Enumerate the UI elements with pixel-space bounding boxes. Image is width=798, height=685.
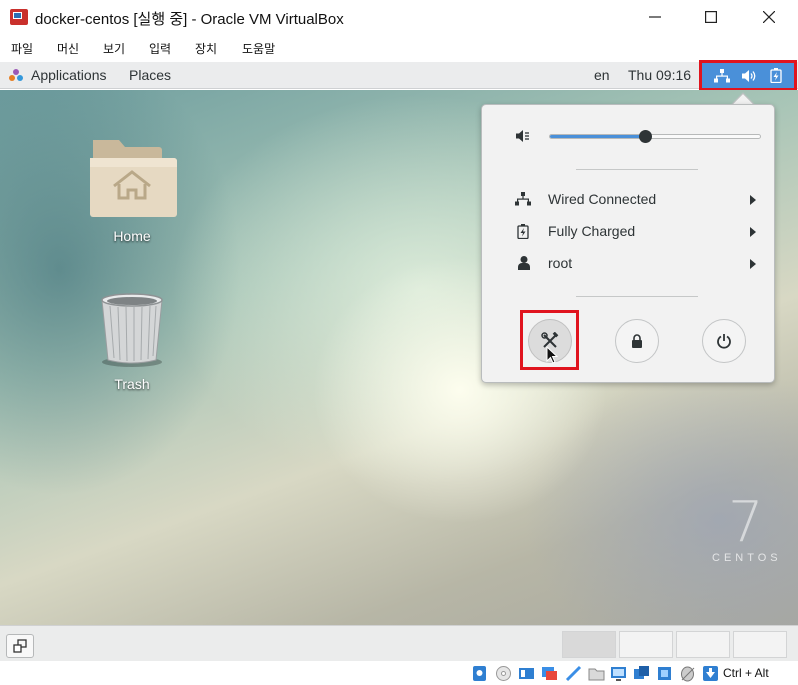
workspace-pane[interactable] xyxy=(619,631,673,658)
maximize-icon xyxy=(705,11,717,23)
window-title: docker-centos [실행 중] - Oracle VM Virtual… xyxy=(35,11,344,28)
desktop-icon-label: Home xyxy=(113,228,151,244)
desktop-icon-label: Trash xyxy=(114,376,150,392)
lock-icon xyxy=(632,334,642,348)
volume-muted-icon xyxy=(516,130,529,142)
recording-icon[interactable] xyxy=(633,665,650,682)
hard-disk-icon[interactable] xyxy=(471,665,488,682)
menu-input[interactable]: 입력 xyxy=(149,40,171,57)
menu-file[interactable]: 파일 xyxy=(11,40,33,57)
network-adapter-icon[interactable] xyxy=(541,665,558,682)
lock-button[interactable] xyxy=(615,319,659,363)
menu-machine[interactable]: 머신 xyxy=(57,40,79,57)
display-icon[interactable] xyxy=(610,665,627,682)
vm-bottom-bar xyxy=(0,625,798,661)
menu-view[interactable]: 보기 xyxy=(103,40,125,57)
chevron-right-icon xyxy=(750,227,756,237)
host-key-label: Ctrl + Alt xyxy=(723,666,769,680)
network-wired-icon xyxy=(515,192,531,206)
separator xyxy=(576,296,698,297)
close-icon xyxy=(763,11,775,23)
trash-icon xyxy=(101,293,163,367)
applications-icon xyxy=(9,69,23,81)
workspace-pane[interactable] xyxy=(562,631,616,658)
menubar: 파일 머신 보기 입력 장치 도움말 xyxy=(0,34,798,62)
settings-button-highlight xyxy=(520,310,579,370)
cpu-icon[interactable] xyxy=(656,665,673,682)
minimize-icon xyxy=(649,16,661,18)
usb-icon[interactable] xyxy=(565,665,582,682)
power-icon xyxy=(717,334,731,349)
network-row[interactable]: Wired Connected xyxy=(482,185,774,215)
language-indicator[interactable]: en xyxy=(594,67,610,83)
maximize-button[interactable] xyxy=(682,0,740,34)
desktop-icon-home[interactable]: Home xyxy=(82,134,182,249)
workspace-pane[interactable] xyxy=(733,631,787,658)
audio-icon[interactable] xyxy=(518,665,535,682)
network-label: Wired Connected xyxy=(548,191,657,207)
centos-logo-text: CENTOS xyxy=(712,552,782,564)
separator xyxy=(576,169,698,170)
volume-slider-fill xyxy=(550,135,645,138)
menu-help[interactable]: 도움말 xyxy=(242,40,275,57)
power-button[interactable] xyxy=(702,319,746,363)
menu-devices[interactable]: 장치 xyxy=(195,40,217,57)
restore-window-icon xyxy=(13,639,27,653)
user-label: root xyxy=(548,255,573,271)
battery-label: Fully Charged xyxy=(548,223,636,239)
restore-window-button[interactable] xyxy=(6,634,34,658)
volume-slider[interactable] xyxy=(549,130,761,143)
battery-row[interactable]: Fully Charged xyxy=(482,217,774,247)
minimize-button[interactable] xyxy=(626,0,684,34)
chevron-right-icon xyxy=(750,195,756,205)
volume-slider-handle[interactable] xyxy=(638,130,652,143)
optical-drive-icon[interactable] xyxy=(495,665,512,682)
user-icon xyxy=(518,256,530,270)
clock[interactable]: Thu 09:16 xyxy=(628,67,691,83)
virtualbox-logo-icon xyxy=(10,9,28,25)
host-key-icon[interactable] xyxy=(702,665,719,682)
gnome-top-panel: Applications Places en Thu 09:16 xyxy=(0,62,798,89)
desktop-icon-trash[interactable]: Trash xyxy=(82,290,182,400)
battery-icon xyxy=(517,224,529,239)
shared-folder-icon[interactable] xyxy=(588,665,605,682)
workspace-pane[interactable] xyxy=(676,631,730,658)
close-button[interactable] xyxy=(740,0,798,34)
user-row[interactable]: root xyxy=(482,249,774,279)
status-area-highlight xyxy=(699,60,797,91)
applications-menu[interactable]: Applications xyxy=(31,67,107,83)
virtualbox-statusbar: Ctrl + Alt xyxy=(0,661,798,685)
window-titlebar: docker-centos [실행 중] - Oracle VM Virtual… xyxy=(0,0,798,34)
home-folder-icon xyxy=(90,140,177,217)
mouse-integration-icon[interactable] xyxy=(679,665,696,682)
chevron-right-icon xyxy=(750,259,756,269)
places-menu[interactable]: Places xyxy=(129,67,171,83)
centos-logo-number: 7 xyxy=(728,490,764,555)
